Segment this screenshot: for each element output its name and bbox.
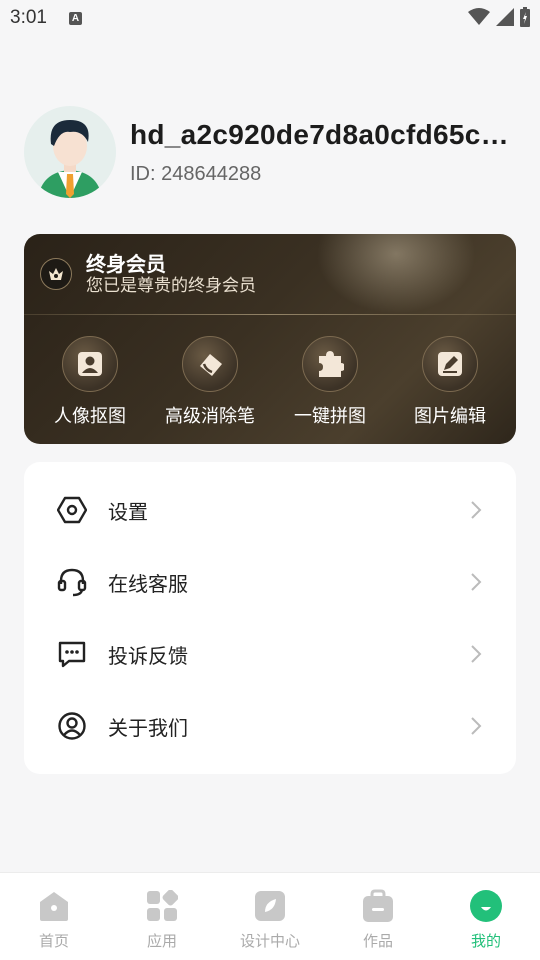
vip-title: 终身会员 — [86, 252, 166, 276]
settings-hexagon-icon — [56, 494, 88, 526]
status-bar: 3:01 A — [0, 0, 540, 36]
tool-label: 高级消除笔 — [165, 406, 255, 427]
username: hd_a2c920de7d8a0cfd65c… — [130, 118, 509, 150]
portrait-cutout-icon — [62, 336, 118, 392]
tool-edit-image[interactable]: 图片编辑 — [395, 336, 505, 428]
menu-label: 在线客服 — [108, 571, 188, 596]
status-indicators — [468, 7, 530, 31]
eraser-icon — [182, 336, 238, 392]
puzzle-icon — [302, 336, 358, 392]
works-bag-icon — [360, 888, 396, 924]
tool-label: 一键拼图 — [294, 406, 366, 427]
vip-crown-icon — [40, 258, 72, 290]
tool-puzzle[interactable]: 一键拼图 — [275, 336, 385, 428]
tool-label: 图片编辑 — [414, 406, 486, 427]
tool-portrait-cutout[interactable]: 人像抠图 — [35, 336, 145, 428]
vip-divider — [24, 314, 516, 315]
nav-item-design-center[interactable]: 设计中心 — [220, 888, 320, 951]
chevron-right-icon — [468, 572, 484, 592]
nav-label: 首页 — [38, 932, 69, 950]
bottom-nav: 首页 应用 设计中心 作品 我的 — [0, 872, 540, 960]
battery-icon — [520, 7, 530, 31]
nav-item-apps[interactable]: 应用 — [112, 888, 212, 951]
menu-label: 设置 — [108, 499, 148, 524]
tool-eraser[interactable]: 高级消除笔 — [155, 336, 265, 428]
menu-card: 设置 在线客服 投诉反馈 关于我们 — [24, 462, 516, 774]
user-id: ID: 248644288 — [130, 162, 262, 185]
profile-icon — [468, 888, 504, 924]
wifi-icon — [468, 8, 490, 30]
chevron-right-icon — [468, 644, 484, 664]
status-time: 3:01 — [10, 7, 47, 28]
profile-header[interactable]: hd_a2c920de7d8a0cfd65c… ID: 248644288 — [24, 104, 516, 200]
avatar[interactable] — [24, 106, 116, 198]
nav-label: 我的 — [470, 932, 501, 950]
tool-label: 人像抠图 — [54, 406, 126, 427]
edit-image-icon — [422, 336, 478, 392]
nav-label: 设计中心 — [239, 932, 300, 950]
nav-label: 作品 — [362, 932, 393, 950]
notification-a-icon: A — [68, 11, 82, 25]
nav-label: 应用 — [146, 932, 177, 950]
chevron-right-icon — [468, 500, 484, 520]
home-icon — [36, 888, 72, 924]
vip-card[interactable]: 终身会员 您已是尊贵的终身会员 人像抠图 高级消除笔 一键拼图 图片编辑 — [24, 234, 516, 444]
menu-item-about-us[interactable]: 关于我们 — [24, 690, 516, 762]
user-circle-icon — [56, 710, 88, 742]
vip-subtitle: 您已是尊贵的终身会员 — [86, 276, 256, 296]
signal-icon — [496, 8, 514, 30]
chevron-right-icon — [468, 716, 484, 736]
message-dots-icon — [56, 638, 88, 670]
menu-label: 关于我们 — [108, 715, 188, 740]
vip-glow — [316, 234, 476, 314]
menu-label: 投诉反馈 — [108, 643, 188, 668]
menu-item-customer-service[interactable]: 在线客服 — [24, 546, 516, 618]
headset-icon — [56, 566, 88, 598]
nav-item-home[interactable]: 首页 — [4, 888, 104, 951]
design-leaf-icon — [252, 888, 288, 924]
menu-item-feedback[interactable]: 投诉反馈 — [24, 618, 516, 690]
apps-grid-icon — [144, 888, 180, 924]
nav-item-works[interactable]: 作品 — [328, 888, 428, 951]
menu-item-settings[interactable]: 设置 — [24, 474, 516, 546]
nav-item-mine[interactable]: 我的 — [436, 888, 536, 951]
